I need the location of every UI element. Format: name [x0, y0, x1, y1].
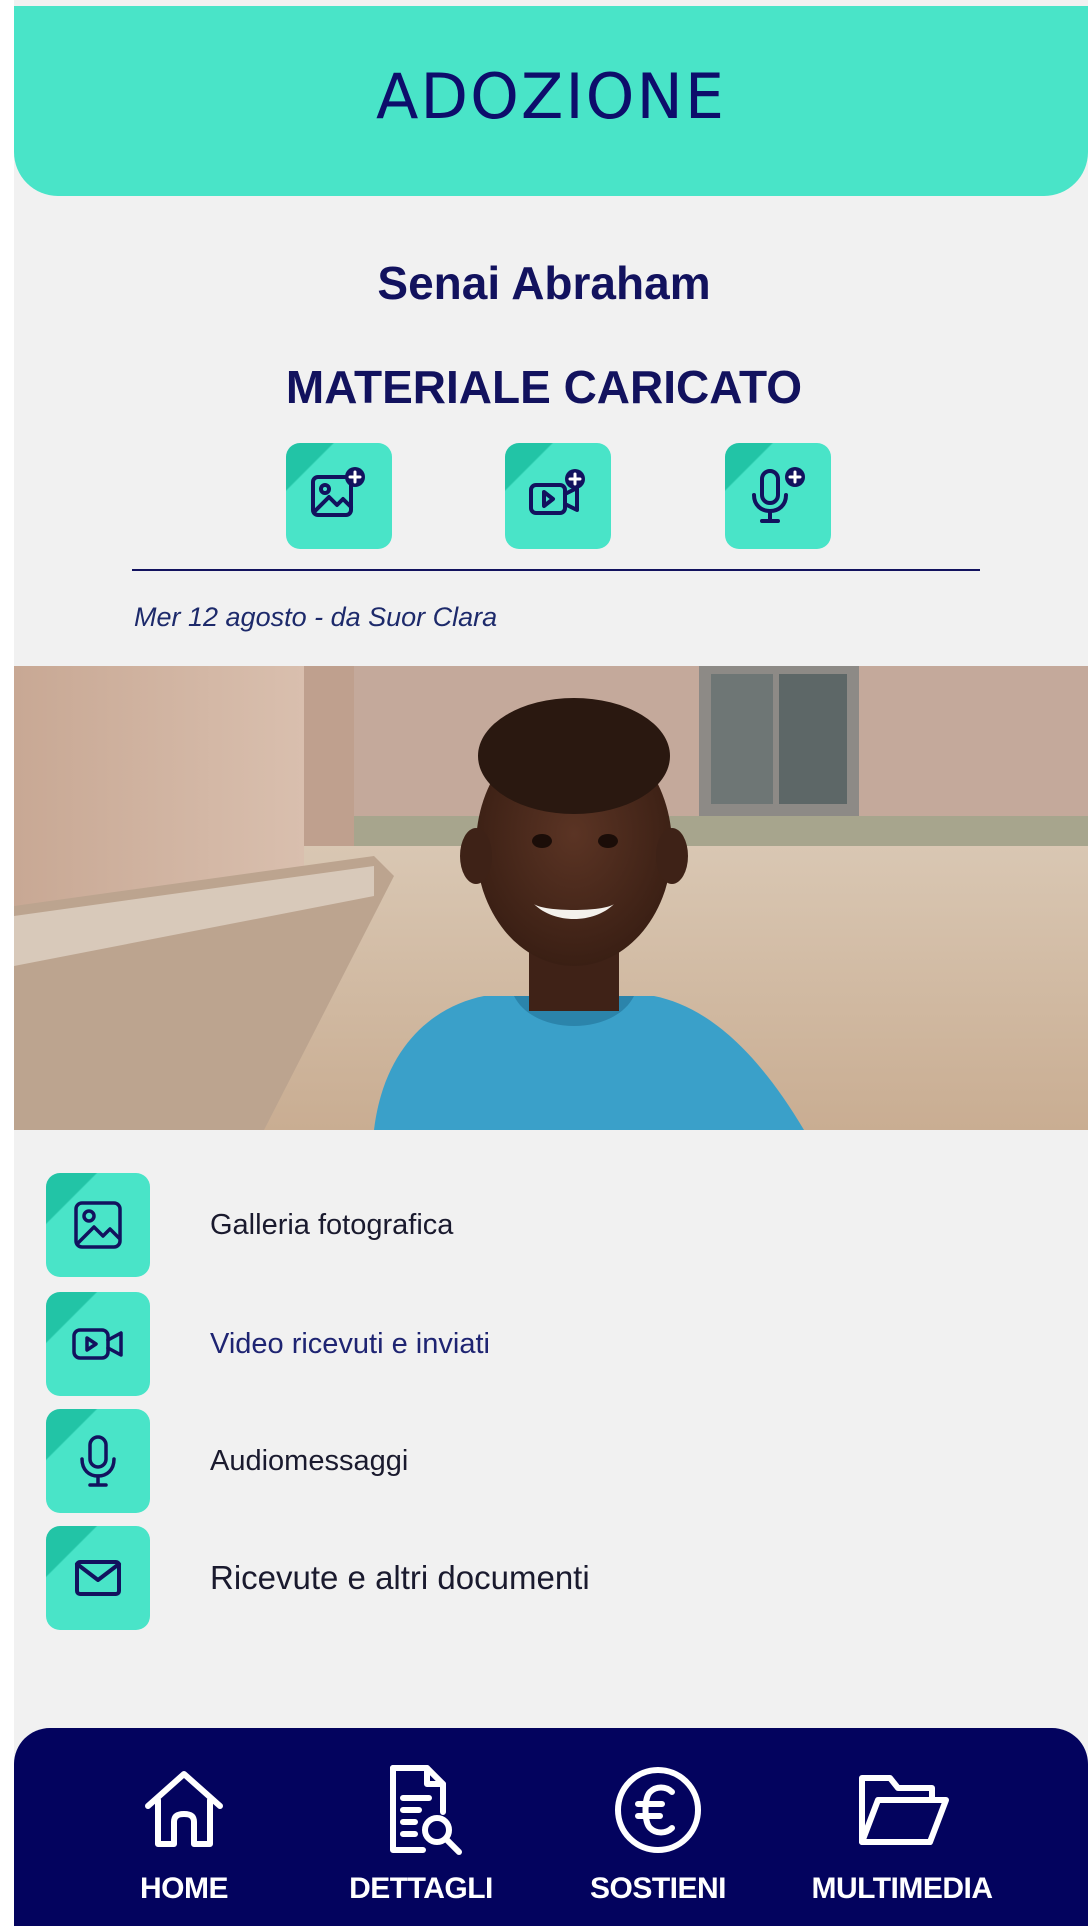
child-photo[interactable]	[14, 666, 1088, 1130]
tab-multimedia[interactable]: MULTIMEDIA	[792, 1728, 1012, 1926]
section-divider	[132, 569, 980, 571]
tab-label: HOME	[140, 1872, 229, 1905]
image-icon	[46, 1173, 150, 1277]
bottom-tab-bar: HOME DETTAGLI SOSTIENI MULTIMEDIA	[14, 1728, 1088, 1926]
post-date-author: Mer 12 agosto - da Suor Clara	[134, 602, 498, 632]
tab-label: DETTAGLI	[349, 1872, 493, 1905]
section-title: MATERIALE CARICATO	[285, 361, 803, 413]
menu-item-label: Audiomessaggi	[210, 1444, 409, 1477]
tab-label: MULTIMEDIA	[811, 1872, 993, 1905]
menu-item-audio[interactable]: Audiomessaggi	[46, 1409, 1046, 1513]
euro-icon	[615, 1767, 701, 1853]
menu-item-videos[interactable]: Video ricevuti e inviati	[46, 1292, 1046, 1396]
photo-illustration	[14, 666, 1088, 1130]
video-icon	[46, 1292, 150, 1396]
menu-item-documents[interactable]: Ricevute e altri documenti	[46, 1526, 1046, 1630]
folder-icon	[859, 1775, 949, 1845]
menu-item-label: Galleria fotografica	[210, 1208, 454, 1241]
add-video-icon	[529, 469, 585, 515]
app-header: ADOZIONE	[14, 6, 1088, 196]
microphone-icon	[46, 1409, 150, 1513]
page-title: ADOZIONE	[375, 59, 727, 133]
document-search-icon	[390, 1765, 462, 1855]
tab-details[interactable]: DETTAGLI	[311, 1728, 531, 1926]
menu-item-label: Ricevute e altri documenti	[210, 1559, 590, 1596]
child-name: Senai Abraham	[377, 257, 711, 309]
add-video-button[interactable]	[505, 443, 611, 549]
home-icon	[145, 1771, 223, 1847]
menu-item-gallery[interactable]: Galleria fotografica	[46, 1173, 1046, 1277]
add-photo-button[interactable]	[286, 443, 392, 549]
tab-label: SOSTIENI	[589, 1872, 727, 1905]
add-audio-icon	[752, 467, 805, 523]
tab-home[interactable]: HOME	[74, 1728, 294, 1926]
menu-item-label: Video ricevuti e inviati	[210, 1327, 490, 1360]
tab-support[interactable]: SOSTIENI	[548, 1728, 768, 1926]
mail-icon	[46, 1526, 150, 1630]
add-audio-button[interactable]	[725, 443, 831, 549]
add-photo-icon	[311, 467, 365, 517]
